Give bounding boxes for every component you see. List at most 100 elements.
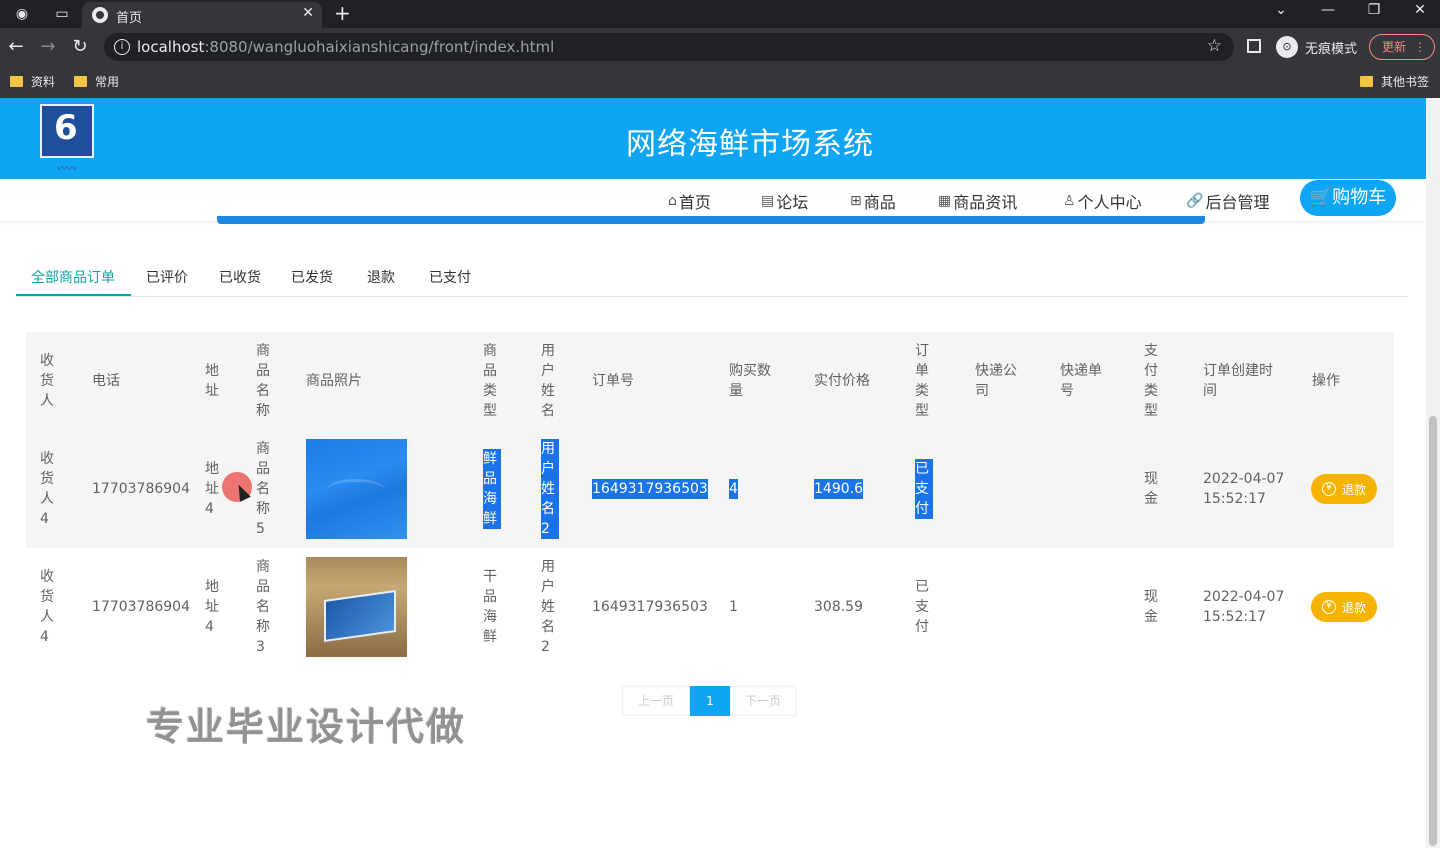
header-product-type: 商品类型 [483,343,497,419]
yen-icon: ¥ [1321,482,1336,496]
cart-button[interactable]: 🛒购物车 [1300,180,1396,216]
cell-product-name: 商品名称5 [256,441,270,537]
header-price: 实付价格 [814,373,870,389]
cell-product-name: 商品名称3 [256,559,270,655]
site-header: 〰〰 网络海鲜市场系统 [0,98,1426,179]
restore-button[interactable]: ❐ [1359,2,1389,18]
header-product-name: 商品名称 [256,343,270,419]
back-button[interactable]: ← [5,36,27,57]
cell-user-name: 用户姓名2 [541,559,555,655]
bookmark-folder-ziliao[interactable]: 资料 [10,73,55,90]
page-number[interactable]: 1 [690,686,730,716]
url-text: localhost:8080/wangluohaixianshicang/fro… [137,38,555,56]
cart-icon: 🛒 [1309,187,1333,208]
globe-icon [92,7,108,23]
next-page-button[interactable]: 下一页 [730,686,796,716]
cell-phone: 17703786904 [92,599,190,615]
url-input[interactable]: i localhost:8080/wangluohaixianshicang/f… [104,33,1234,61]
header-quantity: 购买数量 [729,363,771,399]
tab-paid[interactable]: 已支付 [429,267,471,287]
browser-tab-home[interactable]: 首页 ✕ [82,2,322,28]
cell-product-type: 鲜品海鲜 [483,449,501,529]
cell-address: 地址4 [205,579,219,635]
nav-user-center[interactable]: ♙ 个人中心 [1063,189,1142,213]
cell-user-name: 用户姓名2 [541,439,559,539]
site-title: 网络海鲜市场系统 [626,127,874,162]
folder-icon [1360,76,1373,87]
user-icon: ♙ [1063,193,1076,209]
cell-receiver: 收货人4 [40,569,54,645]
order-tabs: 全部商品订单 已评价 已收货 已发货 退款 已支付 [16,258,1408,297]
cell-pay-type: 现金 [1144,471,1158,507]
banner-strip [217,216,1205,224]
cell-pay-type: 现金 [1144,589,1158,625]
nav-forum[interactable]: ▤ 论坛 [761,189,808,213]
incognito-icon: ⊙ [1276,36,1298,58]
nav-products[interactable]: ⊞ 商品 [850,189,896,213]
header-courier: 快递公司 [975,363,1017,399]
reload-button[interactable]: ↻ [69,36,91,57]
tab-search-icon[interactable]: ▭ [52,4,72,24]
new-tab-button[interactable]: + [334,1,351,25]
tab-refund[interactable]: 退款 [367,267,395,287]
header-tracking-no: 快递单号 [1060,363,1102,399]
star-icon[interactable]: ☆ [1207,36,1222,56]
main-nav: ⌂ 首页 ▤ 论坛 ⊞ 商品 ▦ 商品资讯 ♙ 个人中心 🔗 后台管理 🛒购物车 [0,179,1426,221]
header-pay-type: 支付类型 [1144,343,1158,419]
header-address: 地址 [205,363,219,399]
tab-all-orders[interactable]: 全部商品订单 [31,267,115,287]
forward-button[interactable]: → [37,36,59,57]
header-phone: 电话 [92,373,120,389]
browser-tab-bar: ◉ ▭ 首页 ✕ + ⌄ — ❐ ✕ [0,0,1440,28]
news-icon: ▦ [938,193,952,209]
nav-admin[interactable]: 🔗 后台管理 [1186,189,1269,213]
refund-button[interactable]: ¥ 退款 [1311,592,1377,622]
info-icon[interactable]: i [114,39,130,55]
header-user-name: 用户姓名 [541,343,555,419]
tab-received[interactable]: 已收货 [219,267,261,287]
globe-icon[interactable]: ◉ [12,4,32,24]
header-created-time: 订单创建时间 [1203,363,1273,399]
nav-home[interactable]: ⌂ 首页 [668,189,711,213]
cell-product-type: 干品海鲜 [483,569,497,645]
folder-icon [10,76,23,87]
side-panel-icon[interactable] [1247,39,1261,53]
header-order-no: 订单号 [592,373,634,389]
forum-icon: ▤ [761,193,775,209]
cell-created-time: 2022-04-07 15:52:17 [1203,589,1285,625]
close-icon[interactable]: ✕ [302,5,314,21]
menu-icon: ⋮ [1414,40,1426,54]
cell-order-no: 1649317936503 [592,479,708,499]
nav-product-news[interactable]: ▦ 商品资讯 [938,189,1017,213]
table-row: 收货人4 17703786904 地址4 商品名称3 干品海鲜 用户姓名2 16… [26,548,1394,666]
header-action: 操作 [1312,373,1340,389]
chevron-down-icon[interactable]: ⌄ [1266,2,1296,18]
incognito-label: 无痕模式 [1305,41,1358,57]
pagination: 上一页 1 下一页 [622,686,796,716]
link-icon: 🔗 [1186,193,1204,209]
cell-quantity: 1 [729,599,738,615]
home-icon: ⌂ [668,193,677,209]
cell-order-type: 已支付 [915,459,933,519]
tab-reviewed[interactable]: 已评价 [146,267,188,287]
bookmark-folder-other[interactable]: 其他书签 [1360,73,1429,90]
prev-page-button[interactable]: 上一页 [622,686,690,716]
folder-icon [74,76,87,87]
tab-shipped[interactable]: 已发货 [291,267,333,287]
tab-title: 首页 [116,11,143,26]
page-scrollbar[interactable] [1426,98,1440,848]
active-tab-indicator [16,294,131,296]
scrollbar-thumb[interactable] [1429,416,1437,846]
header-order-type: 订单类型 [915,343,929,419]
cell-order-no: 1649317936503 [592,599,708,615]
minimize-button[interactable]: — [1313,2,1343,18]
update-button[interactable]: 更新 ⋮ [1369,34,1435,60]
bookmarks-bar: 资料 常用 其他书签 [0,66,1440,98]
cell-created-time: 2022-04-07 15:52:17 [1203,471,1285,507]
refund-button[interactable]: ¥ 退款 [1311,474,1377,504]
cell-order-type: 已支付 [915,579,929,635]
yen-icon: ¥ [1321,600,1336,614]
incognito-indicator[interactable]: ⊙ 无痕模式 [1276,36,1357,58]
window-close-button[interactable]: ✕ [1405,2,1435,18]
bookmark-folder-changyong[interactable]: 常用 [74,73,119,90]
